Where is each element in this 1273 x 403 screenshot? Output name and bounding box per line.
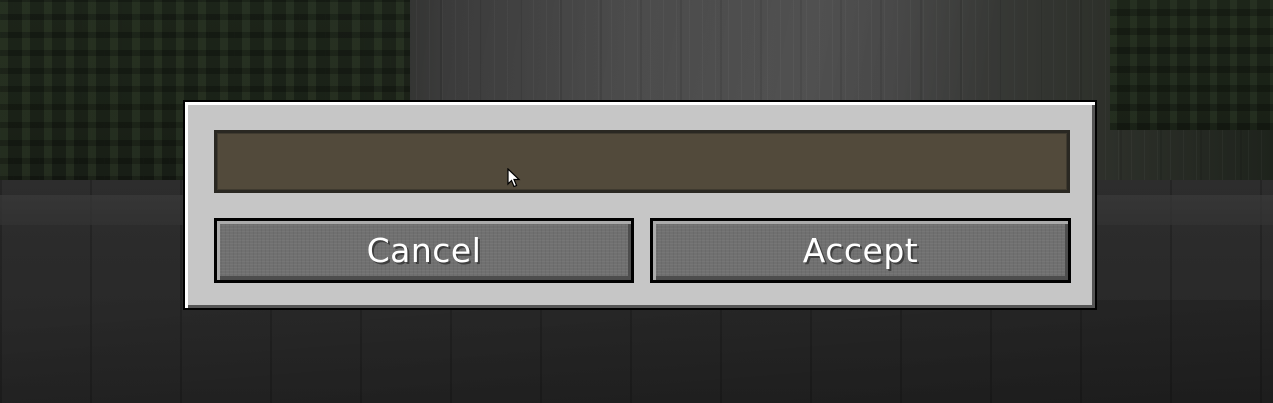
mouse-pointer-icon <box>507 168 521 188</box>
background-foliage-right <box>1110 0 1273 130</box>
accept-button-label: Accept <box>802 231 919 270</box>
cancel-button[interactable]: Cancel <box>214 218 634 283</box>
text-input-field[interactable] <box>214 130 1070 193</box>
accept-button[interactable]: Accept <box>650 218 1071 283</box>
cancel-button-label: Cancel <box>366 231 482 270</box>
background-floor-shade <box>0 300 1273 403</box>
text-input-dialog: Cancel Accept <box>183 100 1097 310</box>
